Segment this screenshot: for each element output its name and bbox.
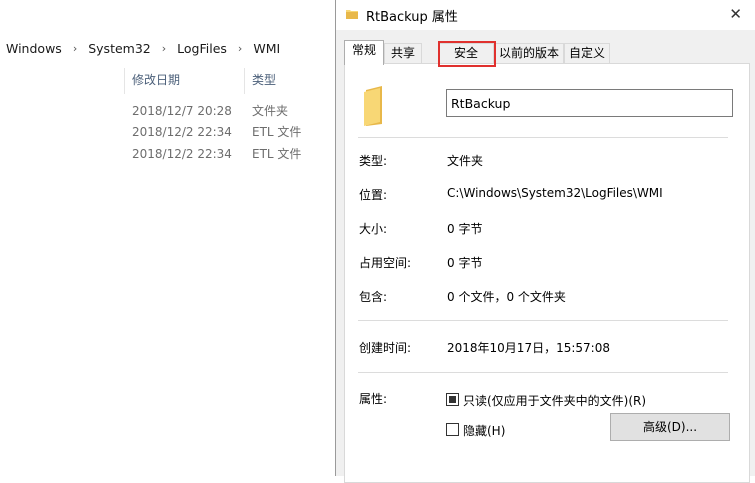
readonly-label[interactable]: 只读(仅应用于文件夹中的文件)(R)	[463, 392, 646, 409]
location-label: 位置:	[359, 188, 388, 202]
dialog-title: RtBackup 属性	[366, 10, 458, 25]
breadcrumb-logfiles[interactable]: LogFiles	[175, 41, 229, 56]
column-divider[interactable]	[124, 68, 125, 94]
divider	[358, 372, 728, 373]
tab-customize[interactable]: 自定义	[564, 43, 610, 64]
folder-icon	[346, 10, 358, 19]
file-type: 文件夹	[252, 104, 289, 118]
divider	[358, 320, 728, 321]
hidden-checkbox[interactable]	[446, 423, 459, 436]
contains-label: 包含:	[359, 290, 388, 304]
disk-size-value: 0 字节	[447, 256, 483, 270]
divider	[358, 137, 728, 138]
tab-general[interactable]: 常规	[344, 40, 384, 65]
breadcrumb-system32[interactable]: System32	[86, 41, 153, 56]
chevron-right-icon: ›	[72, 41, 78, 55]
disk-size-label: 占用空间:	[359, 256, 412, 270]
folder-icon	[364, 86, 382, 126]
type-value: 文件夹	[447, 154, 484, 168]
folder-name-input[interactable]	[446, 89, 733, 117]
column-header-type[interactable]: 类型	[252, 66, 276, 94]
advanced-button[interactable]: 高级(D)...	[610, 413, 730, 441]
explorer-window: Windows › System32 › LogFiles › WMI 修改日期…	[0, 0, 336, 476]
breadcrumb-windows[interactable]: Windows	[4, 41, 64, 56]
chevron-right-icon: ›	[161, 41, 167, 55]
file-type: ETL 文件	[252, 125, 302, 139]
close-button[interactable]: ✕	[729, 5, 742, 23]
file-type: ETL 文件	[252, 147, 302, 161]
file-row[interactable]: 2018/12/7 20:28 文件夹	[132, 101, 288, 121]
properties-dialog: RtBackup 属性 ✕ 常规 共享 安全 以前的版本 自定义 类型: 文件夹…	[335, 0, 755, 483]
file-date: 2018/12/2 22:34	[132, 125, 232, 139]
attributes-label: 属性:	[359, 392, 388, 406]
chevron-right-icon: ›	[237, 41, 243, 55]
hidden-label[interactable]: 隐藏(H)	[463, 422, 505, 439]
location-value: C:\Windows\System32\LogFiles\WMI	[447, 186, 663, 200]
created-value: 2018年10月17日，15:57:08	[447, 341, 610, 355]
column-divider[interactable]	[244, 68, 245, 94]
readonly-checkbox[interactable]	[446, 393, 459, 406]
file-date: 2018/12/2 22:34	[132, 147, 232, 161]
breadcrumb-wmi[interactable]: WMI	[251, 41, 282, 56]
breadcrumb[interactable]: Windows › System32 › LogFiles › WMI	[0, 36, 336, 60]
size-label: 大小:	[359, 222, 388, 236]
column-header-date[interactable]: 修改日期	[132, 66, 180, 94]
type-label: 类型:	[359, 154, 388, 168]
tab-sharing[interactable]: 共享	[384, 43, 422, 64]
tab-previous-versions[interactable]: 以前的版本	[494, 43, 564, 64]
dialog-titlebar[interactable]: RtBackup 属性 ✕	[336, 0, 755, 30]
file-date: 2018/12/7 20:28	[132, 104, 232, 118]
security-tab-highlight	[438, 41, 496, 67]
created-label: 创建时间:	[359, 341, 412, 355]
file-row[interactable]: 2018/12/2 22:34 ETL 文件	[132, 122, 301, 142]
file-row[interactable]: 2018/12/2 22:34 ETL 文件	[132, 144, 301, 164]
contains-value: 0 个文件，0 个文件夹	[447, 290, 566, 304]
size-value: 0 字节	[447, 222, 483, 236]
